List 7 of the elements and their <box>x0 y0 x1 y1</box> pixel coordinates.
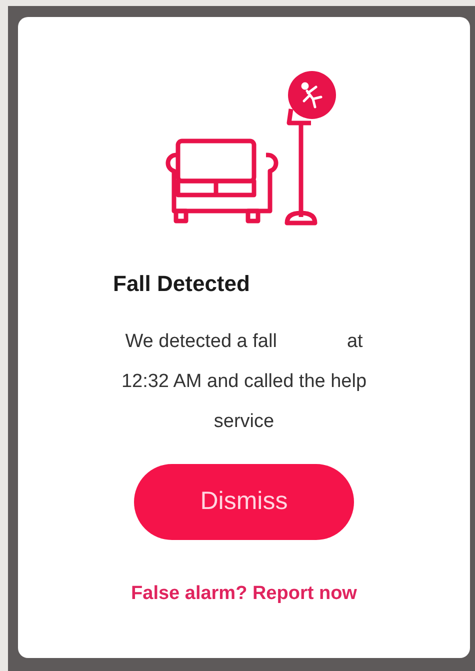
dismiss-button[interactable]: Dismiss <box>134 464 354 540</box>
sofa-icon <box>166 138 278 224</box>
floor-lamp-icon <box>284 108 318 226</box>
dialog-title: Fall Detected <box>113 270 250 298</box>
dialog-message: We detected a fall at 12:32 AM and called the help service <box>120 330 368 434</box>
fall-alert-icon <box>288 71 336 119</box>
report-link[interactable]: False alarm? Report now <box>131 580 357 608</box>
